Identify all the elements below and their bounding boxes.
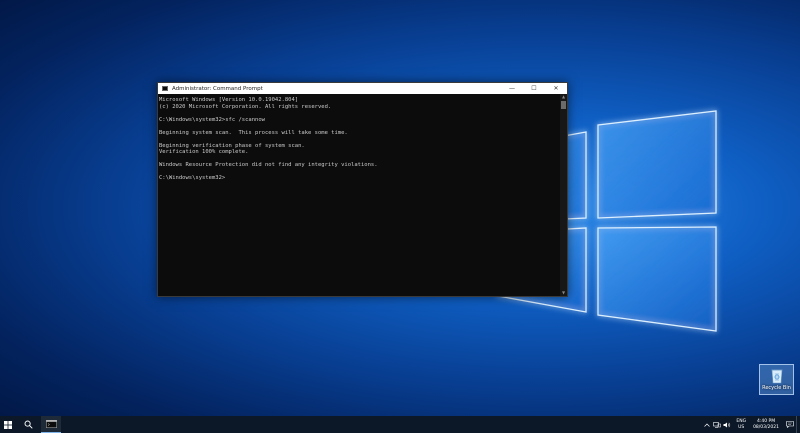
volume-icon <box>723 422 731 427</box>
scroll-down-icon[interactable]: ▼ <box>560 290 567 296</box>
scroll-thumb[interactable] <box>561 101 566 109</box>
chevron-up-icon <box>704 423 711 427</box>
network-icon <box>713 421 722 428</box>
console-output[interactable]: Microsoft Windows [Version 10.0.19042.80… <box>158 94 559 296</box>
window-title: Administrator: Command Prompt <box>172 85 263 92</box>
system-tray: ENG US 4:40 PM 08/03/2021 <box>702 416 800 433</box>
recycle-bin-label: Recycle Bin <box>762 385 791 391</box>
clock-date: 08/03/2021 <box>753 424 779 430</box>
taskbar-cmd-app[interactable] <box>41 416 61 433</box>
vertical-scrollbar[interactable]: ▲ ▼ <box>560 94 567 296</box>
input-language-indicator[interactable]: ENG US <box>736 419 746 430</box>
minimize-button[interactable]: — <box>501 83 523 94</box>
taskbar-clock[interactable]: 4:40 PM 08/03/2021 <box>753 419 779 430</box>
recycle-bin-icon <box>771 369 782 384</box>
cmd-app-icon <box>45 420 57 428</box>
maximize-button[interactable]: ☐ <box>523 83 545 94</box>
network-button[interactable] <box>712 416 722 433</box>
close-button[interactable]: ✕ <box>545 83 567 94</box>
cmd-window-icon <box>162 86 168 91</box>
start-button[interactable] <box>0 416 15 433</box>
console-line: C:\Windows\system32> <box>159 175 226 181</box>
show-desktop-button[interactable] <box>796 416 800 433</box>
recycle-bin-shortcut[interactable]: Recycle Bin <box>759 364 794 395</box>
language-region: US <box>738 424 745 430</box>
action-center-button[interactable] <box>783 416 796 433</box>
window-titlebar[interactable]: Administrator: Command Prompt — ☐ ✕ <box>158 83 567 94</box>
command-prompt-window[interactable]: Administrator: Command Prompt — ☐ ✕ Micr… <box>157 82 568 297</box>
windows-start-icon <box>3 420 12 429</box>
scroll-up-icon[interactable]: ▲ <box>560 94 567 100</box>
taskbar: ENG US 4:40 PM 08/03/2021 <box>0 416 800 433</box>
notification-icon <box>785 421 794 428</box>
desktop: Administrator: Command Prompt — ☐ ✕ Micr… <box>0 0 800 416</box>
search-icon <box>24 420 33 429</box>
show-hidden-icons-button[interactable] <box>702 416 712 433</box>
volume-button[interactable] <box>722 416 732 433</box>
search-button[interactable] <box>15 416 41 433</box>
